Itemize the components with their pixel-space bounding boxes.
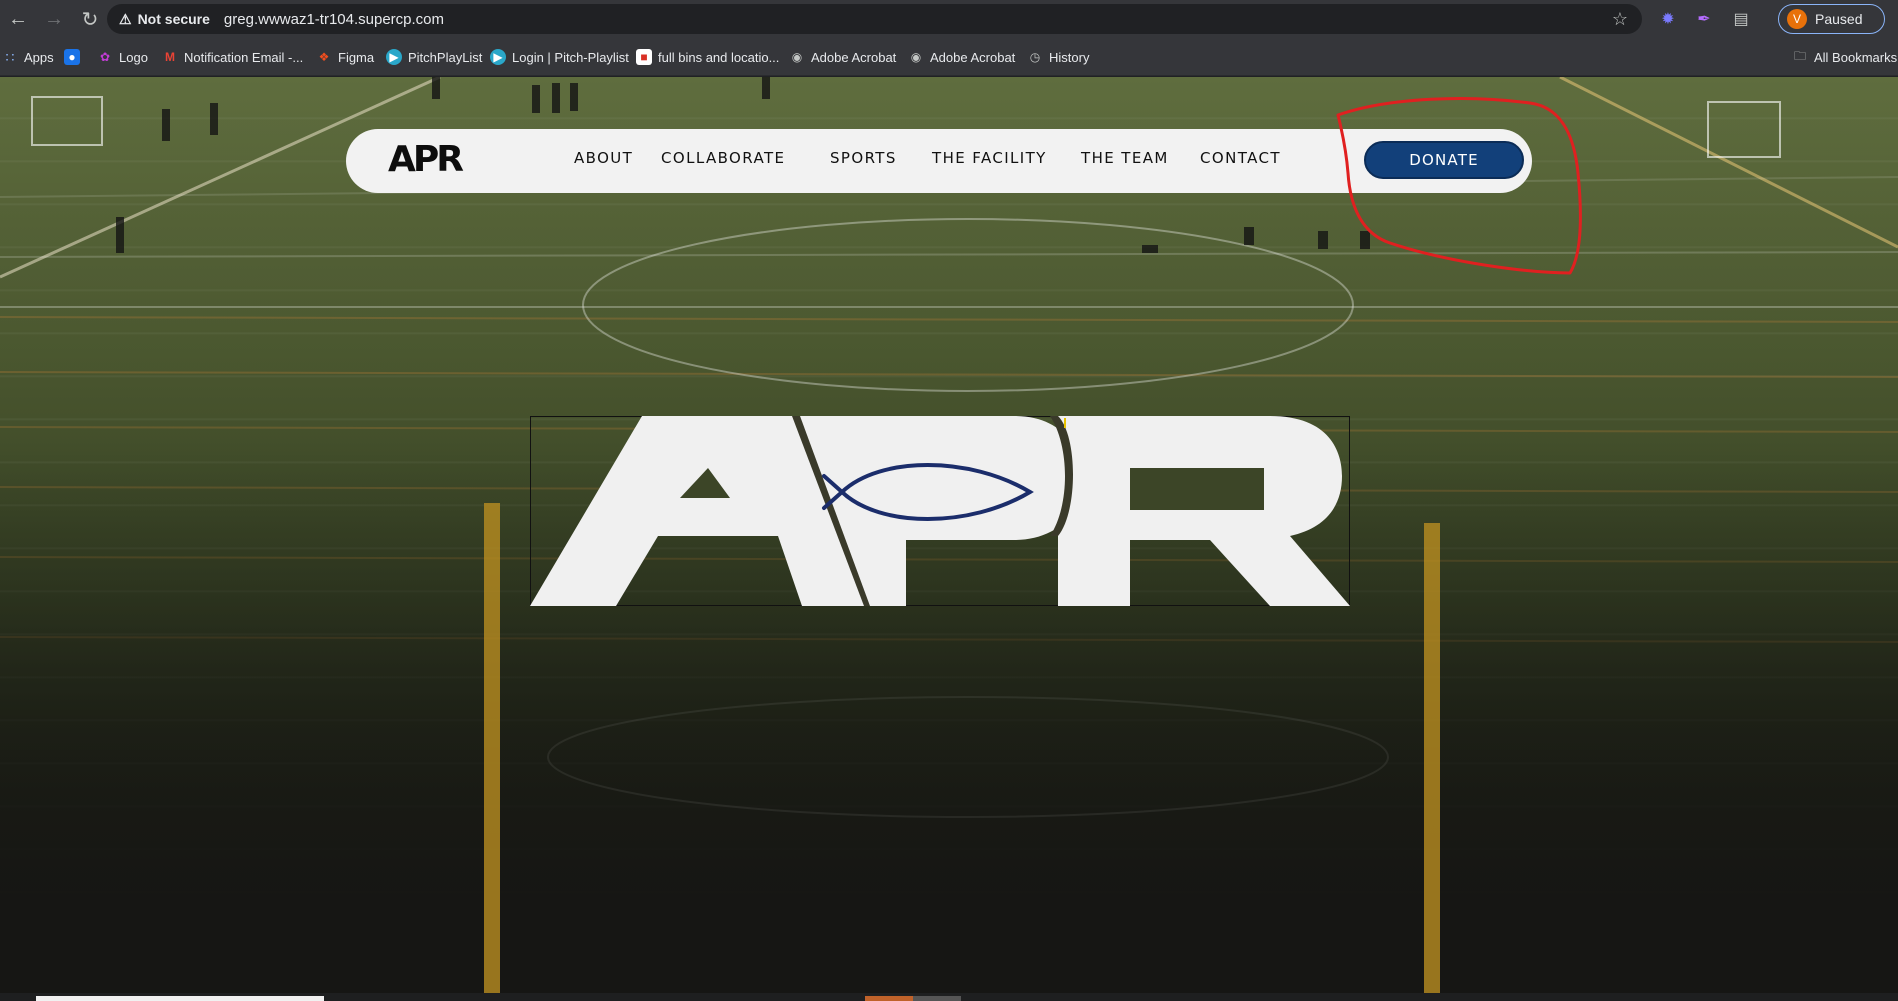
red-annotation-circle <box>1336 97 1582 275</box>
bookmark-adobe-acrobat-1[interactable]: ◉ Adobe Acrobat <box>789 38 897 76</box>
puzzle-extensions-icon[interactable]: ▤ <box>1731 9 1751 29</box>
nav-the-team[interactable]: THE TEAM <box>1081 149 1169 167</box>
url-text[interactable]: greg.wwwaz1-tr104.supercp.com <box>224 11 444 28</box>
bookmark-notification-email[interactable]: M Notification Email -... <box>162 38 303 76</box>
hero-apr-logo <box>530 416 1350 606</box>
nav-contact[interactable]: CONTACT <box>1200 149 1281 167</box>
address-bar[interactable]: ⚠ Not secure greg.wwwaz1-tr104.supercp.c… <box>107 4 1642 34</box>
bookmark-label: Notification Email -... <box>184 49 304 65</box>
bookmark-label: History <box>1049 49 1090 65</box>
bins-icon: ■ <box>636 49 652 65</box>
pitchplaylist-icon: ▶ <box>490 49 506 65</box>
bookmark-full-bins[interactable]: ■ full bins and locatio... <box>636 38 779 76</box>
svg-text:APR: APR <box>388 141 463 175</box>
page-progress-segment <box>913 996 961 1001</box>
profile-status: Paused <box>1815 11 1863 27</box>
bottom-strip <box>0 993 1898 1001</box>
extension-icon[interactable]: ✹ <box>1658 9 1678 29</box>
security-label: Not secure <box>137 11 210 27</box>
bookmark-label: PitchPlayList <box>408 49 483 65</box>
bookmark-label: Adobe Acrobat <box>811 49 897 65</box>
nav-sports[interactable]: SPORTS <box>830 149 897 167</box>
profile-button[interactable]: V Paused <box>1778 4 1885 34</box>
nav-collaborate[interactable]: COLLABORATE <box>661 149 785 167</box>
all-bookmarks[interactable]: 🗀 All Bookmarks <box>1792 38 1897 76</box>
security-indicator[interactable]: ⚠ Not secure <box>119 11 210 28</box>
hero-letter-r <box>1058 416 1350 606</box>
back-icon[interactable]: ← <box>0 0 36 38</box>
page-scroll-thumb[interactable] <box>36 996 324 1001</box>
nav-the-facility[interactable]: THE FACILITY <box>932 149 1047 167</box>
apr-logo-icon: APR <box>388 139 466 180</box>
bookmark-label: Login | Pitch-Playlist <box>512 49 629 65</box>
figma-icon: ❖ <box>318 50 330 64</box>
bookmark-star-icon[interactable]: ☆ <box>1612 9 1628 30</box>
bookmark-history[interactable]: ◷ History <box>1027 38 1090 76</box>
bookmarks-bar: ∷ Apps ● ✿ Logo M Notification Email -..… <box>0 38 1898 76</box>
forward-icon[interactable]: → <box>36 0 72 38</box>
bookmark-label: Adobe Acrobat <box>930 49 1016 65</box>
bookmark-apps[interactable]: ∷ Apps <box>2 38 54 76</box>
bookmark-label: Figma <box>338 49 375 65</box>
page-progress-segment <box>865 996 913 1001</box>
browser-toolbar: ← → ↻ ⚠ Not secure greg.wwwaz1-tr104.sup… <box>0 0 1898 38</box>
nav-about[interactable]: ABOUT <box>574 149 633 167</box>
warning-icon: ⚠ <box>119 10 132 27</box>
feather-extension-icon[interactable]: ✒ <box>1694 9 1714 29</box>
all-bookmarks-label: All Bookmarks <box>1814 49 1898 65</box>
history-icon: ◷ <box>1029 50 1041 64</box>
bookmark-label: Apps <box>24 49 54 65</box>
bookmark-label: Logo <box>119 49 148 65</box>
drop-icon: ● <box>64 49 80 65</box>
bookmark-pitchplaylist[interactable]: ▶ PitchPlayList <box>386 38 482 76</box>
globe-icon: ◉ <box>791 50 803 64</box>
avatar: V <box>1787 9 1807 29</box>
apps-grid-icon: ∷ <box>5 48 15 65</box>
gmail-icon: M <box>165 50 175 64</box>
bookmark-drop[interactable]: ● <box>64 38 80 76</box>
site-logo[interactable]: APR <box>388 139 492 180</box>
logo-icon: ✿ <box>99 50 111 64</box>
bookmark-label: full bins and locatio... <box>658 49 780 65</box>
bookmark-figma[interactable]: ❖ Figma <box>316 38 375 76</box>
reload-icon[interactable]: ↻ <box>72 0 108 38</box>
hero-section: APR ABOUT COLLABORATE SPORTS THE FACILIT… <box>0 77 1898 1001</box>
bookmark-login-pitch-playlist[interactable]: ▶ Login | Pitch-Playlist <box>490 38 629 76</box>
bookmark-logo[interactable]: ✿ Logo <box>97 38 148 76</box>
bookmark-adobe-acrobat-2[interactable]: ◉ Adobe Acrobat <box>908 38 1016 76</box>
pitchplaylist-icon: ▶ <box>386 49 402 65</box>
globe-icon: ◉ <box>910 50 922 64</box>
folder-icon: 🗀 <box>1793 48 1806 63</box>
